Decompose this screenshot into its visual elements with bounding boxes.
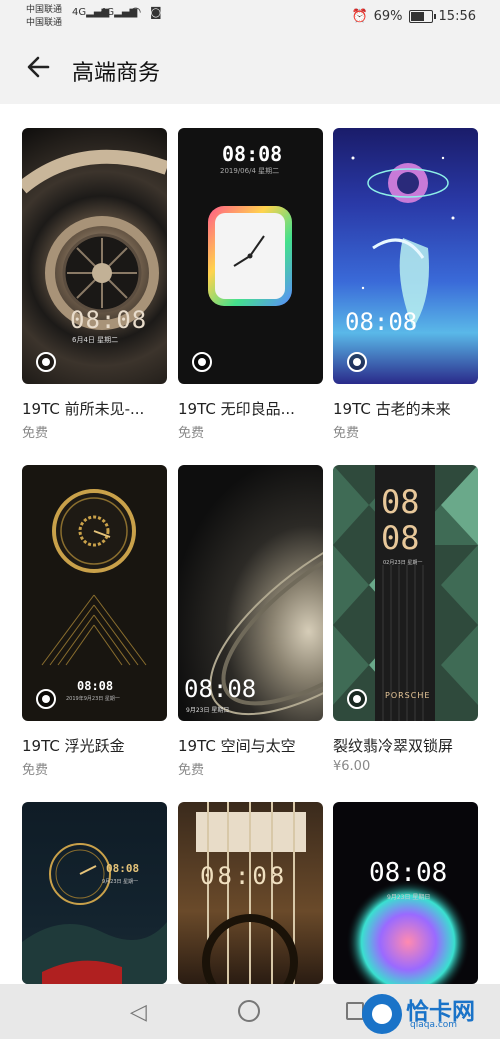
theme-name[interactable]: 19TC 前所未见-... — [22, 398, 172, 419]
theme-price: ¥6.00 — [333, 759, 371, 774]
theme-grid: 08:08 6月4日 星期二 19TC 前所未见-... 免费 08:08 20… — [0, 104, 500, 984]
status-bar: 中国联通 中国联通 4G▂▄▆ 4G▂▄▆ ◠ ◙ ⏰ 69% 15:56 — [0, 0, 500, 36]
alarm-icon: ⏰ — [351, 9, 368, 24]
theme-preview-clock: 08:08 — [200, 862, 288, 890]
theme-preview-clock-2: 08 — [381, 519, 420, 557]
theme-name[interactable]: 19TC 浮光跃金 — [22, 735, 172, 756]
theme-name[interactable]: 19TC 无印良品... — [178, 398, 328, 419]
theme-preview-clock: 08:08 — [345, 308, 418, 336]
theme-thumbnail[interactable]: 08:08 9月23日 星期日 — [333, 802, 478, 984]
clock: 15:56 — [438, 9, 476, 24]
theme-thumbnail[interactable]: 08:08 6月4日 星期二 — [22, 128, 167, 384]
watermark-logo: 恰卡网 qiaqa.com — [352, 990, 500, 1036]
theme-preview-date: 02月23日 星期一 — [383, 560, 423, 566]
theme-price: 免费 — [178, 426, 205, 441]
theme-preview-clock: 08:08 — [70, 306, 148, 334]
theme-preview-date: 9月23日 星期一 — [102, 879, 139, 885]
theme-preview-date: 6月4日 星期二 — [72, 336, 119, 344]
theme-name[interactable]: 19TC 空间与太空 — [178, 735, 328, 756]
camera-icon — [192, 352, 212, 372]
theme-preview-clock: 08 — [381, 483, 420, 521]
theme-preview-clock: 08:08 — [106, 862, 140, 875]
camera-icon — [347, 352, 367, 372]
theme-price: 免费 — [333, 426, 360, 441]
triangle-back-icon[interactable]: ◁ — [130, 1000, 147, 1025]
wifi-icon: ◠ — [130, 5, 142, 20]
theme-preview-clock: 08:08 — [184, 675, 257, 703]
theme-thumbnail[interactable]: 08:08 9月23日 星期日 — [178, 465, 323, 721]
theme-name[interactable]: 裂纹翡冷翠双锁屏 — [333, 735, 483, 756]
theme-preview-clock: 08:08 — [369, 858, 448, 888]
brand-label: PORSCHE — [385, 691, 431, 700]
circle-home-icon[interactable] — [238, 1000, 260, 1022]
theme-thumbnail[interactable]: 08 08 02月23日 星期一 PORSCHE — [333, 465, 478, 721]
camera-icon — [347, 689, 367, 709]
theme-preview-date: 9月23日 星期日 — [186, 707, 230, 714]
theme-price: 免费 — [22, 426, 49, 441]
theme-thumbnail[interactable]: 08:08 2019/06/4 星期二 — [178, 128, 323, 384]
camera-icon — [36, 352, 56, 372]
theme-thumbnail[interactable]: 08:08 2019年9月23日 星期一 — [22, 465, 167, 721]
watermark-subtext: qiaqa.com — [410, 1020, 458, 1030]
carrier-1: 中国联通 — [26, 5, 63, 15]
theme-name[interactable]: 19TC 古老的未来 — [333, 398, 483, 419]
notification-icon: ◙ — [150, 5, 162, 19]
theme-preview-date: 9月23日 星期日 — [387, 894, 431, 901]
theme-price: 免费 — [178, 763, 205, 778]
app-header: 高端商务 — [0, 36, 500, 104]
theme-preview-clock: 08:08 — [77, 679, 114, 693]
theme-preview-date: 2019年9月23日 星期一 — [66, 696, 120, 702]
theme-thumbnail[interactable]: 08:08 — [333, 128, 478, 384]
theme-price: 免费 — [22, 763, 49, 778]
page-title: 高端商务 — [72, 61, 161, 86]
theme-thumbnail[interactable]: 08:08 9月23日 星期一 — [22, 802, 167, 984]
battery-percent: 69% — [373, 9, 403, 24]
battery-icon — [408, 10, 436, 23]
carrier-labels: 中国联通 中国联通 — [26, 4, 62, 30]
theme-thumbnail[interactable]: 08:08 — [178, 802, 323, 984]
arrow-left-icon[interactable] — [22, 52, 56, 86]
carrier-2: 中国联通 — [26, 18, 63, 28]
camera-icon — [36, 689, 56, 709]
watermark-icon — [362, 994, 402, 1034]
status-right: ⏰ 69% 15:56 — [351, 9, 476, 24]
